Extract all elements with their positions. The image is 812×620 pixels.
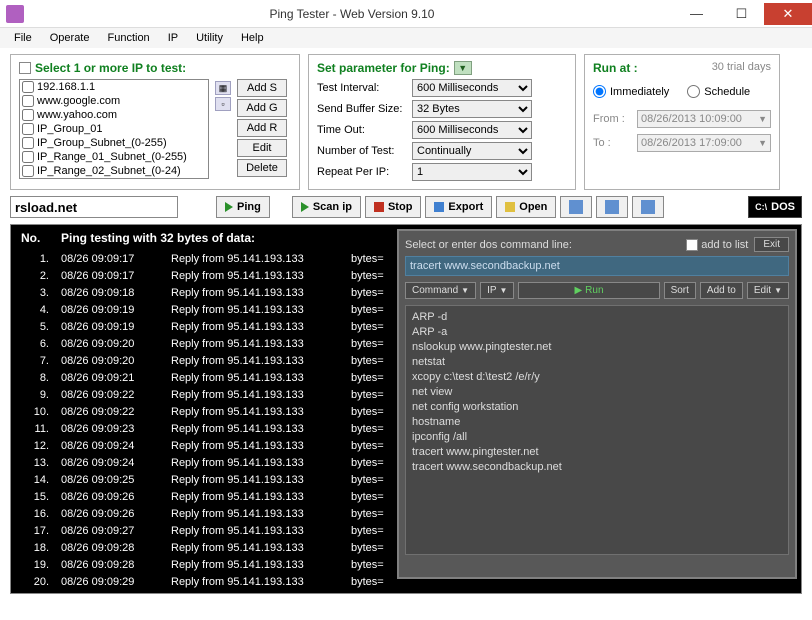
panel-icon-2[interactable]: ▫ <box>215 97 231 111</box>
ip-item[interactable]: IP_Range_02_Subnet_(0-24) <box>20 164 208 178</box>
buffer-select[interactable]: 32 Bytes <box>412 100 532 118</box>
dos-panel: Select or enter dos command line: add to… <box>397 229 797 579</box>
select-all-checkbox[interactable] <box>19 62 31 74</box>
image-icon <box>569 200 583 214</box>
immediately-radio[interactable]: Immediately <box>593 85 669 98</box>
dos-list-item[interactable]: net view <box>412 385 782 400</box>
select-panel-title: Select 1 or more IP to test: <box>35 61 186 75</box>
numtests-label: Number of Test: <box>317 145 412 157</box>
ip-item[interactable]: www.google.com <box>20 94 208 108</box>
dos-list-item[interactable]: hostname <box>412 415 782 430</box>
ip-item[interactable]: IP_Group_01 <box>20 122 208 136</box>
edit-button[interactable]: Edit <box>237 139 287 157</box>
open-button[interactable]: Open <box>496 196 556 218</box>
dos-ip-dropdown[interactable]: IP▼ <box>480 282 514 299</box>
dos-button[interactable]: C:\ DOS <box>748 196 802 218</box>
ip-item[interactable]: 192.168.1.1 <box>20 80 208 94</box>
dos-command-dropdown[interactable]: Command▼ <box>405 282 476 299</box>
to-label: To : <box>593 137 629 149</box>
console: No. Ping testing with 32 bytes of data: … <box>10 224 802 594</box>
ping-button[interactable]: Ping <box>216 196 270 218</box>
repeat-select[interactable]: 1 <box>412 163 532 181</box>
select-ip-panel: Select 1 or more IP to test: 192.168.1.1… <box>10 54 300 190</box>
play-icon <box>301 202 309 212</box>
delete-button[interactable]: Delete <box>237 159 287 177</box>
to-datetime[interactable]: 08/26/2013 17:09:00▼ <box>637 134 771 152</box>
play-icon <box>225 202 233 212</box>
dos-command-input[interactable] <box>405 256 789 276</box>
search-icon <box>605 200 619 214</box>
runat-panel: 30 trial days Run at : Immediately Sched… <box>584 54 780 190</box>
folder-icon <box>505 202 515 212</box>
dos-command-list[interactable]: ARP -dARP -anslookup www.pingtester.netn… <box>405 305 789 555</box>
ip-item[interactable]: www.yahoo.com <box>20 108 208 122</box>
interval-select[interactable]: 600 Milliseconds <box>412 79 532 97</box>
params-panel: Set parameter for Ping: ▼ Test Interval:… <box>308 54 576 190</box>
params-title: Set parameter for Ping: <box>317 61 450 75</box>
add-g-button[interactable]: Add G <box>237 99 287 117</box>
close-button[interactable]: ✕ <box>764 3 812 25</box>
add-to-list-checkbox[interactable]: add to list <box>686 239 748 251</box>
numtests-select[interactable]: Continually <box>412 142 532 160</box>
dos-list-item[interactable]: tracert www.pingtester.net <box>412 445 782 460</box>
menu-operate[interactable]: Operate <box>42 30 98 46</box>
dos-list-item[interactable]: ARP -a <box>412 325 782 340</box>
panel-icon-1[interactable]: ▦ <box>215 81 231 95</box>
stop-button[interactable]: Stop <box>365 196 421 218</box>
tool-icon-2[interactable] <box>596 196 628 218</box>
dos-list-item[interactable]: tracert www.secondbackup.net <box>412 460 782 475</box>
tool-icon-1[interactable] <box>560 196 592 218</box>
dos-list-item[interactable]: netstat <box>412 355 782 370</box>
toolbar: Ping Scan ip Stop Export Open C:\ DOS <box>10 196 802 218</box>
dos-list-item[interactable]: ARP -d <box>412 310 782 325</box>
ip-listbox[interactable]: 192.168.1.1www.google.comwww.yahoo.comIP… <box>19 79 209 179</box>
menubar: File Operate Function IP Utility Help <box>0 28 812 48</box>
menu-ip[interactable]: IP <box>160 30 186 46</box>
menu-utility[interactable]: Utility <box>188 30 231 46</box>
window-title: Ping Tester - Web Version 9.10 <box>30 7 674 21</box>
dos-list-item[interactable]: xcopy c:\test d:\test2 /e/r/y <box>412 370 782 385</box>
params-dropdown-icon[interactable]: ▼ <box>454 61 472 75</box>
dos-list-item[interactable]: nslookup www.pingtester.net <box>412 340 782 355</box>
dos-edit-dropdown[interactable]: Edit▼ <box>747 282 789 299</box>
export-button[interactable]: Export <box>425 196 492 218</box>
menu-function[interactable]: Function <box>99 30 157 46</box>
stop-icon <box>374 202 384 212</box>
dos-addto-button[interactable]: Add to <box>700 282 743 299</box>
tool-icon-3[interactable] <box>632 196 664 218</box>
timeout-select[interactable]: 600 Milliseconds <box>412 121 532 139</box>
trial-label: 30 trial days <box>712 61 771 73</box>
dos-list-item[interactable]: net config workstation <box>412 400 782 415</box>
repeat-label: Repeat Per IP: <box>317 166 412 178</box>
minimize-button[interactable]: — <box>674 3 719 25</box>
schedule-radio[interactable]: Schedule <box>687 85 750 98</box>
add-s-button[interactable]: Add S <box>237 79 287 97</box>
col-no: No. <box>21 231 61 245</box>
host-input[interactable] <box>10 196 178 218</box>
scan-button[interactable]: Scan ip <box>292 196 361 218</box>
export-icon <box>434 202 444 212</box>
from-label: From : <box>593 113 629 125</box>
from-datetime[interactable]: 08/26/2013 10:09:00▼ <box>637 110 771 128</box>
dos-sort-button[interactable]: Sort <box>664 282 696 299</box>
dos-run-button[interactable]: ▶Run <box>518 282 659 299</box>
buffer-label: Send Buffer Size: <box>317 103 412 115</box>
ip-item[interactable]: IP_Range_01_Subnet_(0-255) <box>20 150 208 164</box>
ie-icon <box>641 200 655 214</box>
maximize-button[interactable]: ☐ <box>719 3 764 25</box>
timeout-label: Time Out: <box>317 124 412 136</box>
interval-label: Test Interval: <box>317 82 412 94</box>
app-icon <box>6 5 24 23</box>
add-r-button[interactable]: Add R <box>237 119 287 137</box>
menu-help[interactable]: Help <box>233 30 272 46</box>
runat-title: Run at : <box>593 61 638 75</box>
dos-prompt: Select or enter dos command line: <box>405 239 680 251</box>
titlebar: Ping Tester - Web Version 9.10 — ☐ ✕ <box>0 0 812 28</box>
ip-item[interactable]: IP_Group_Subnet_(0-255) <box>20 136 208 150</box>
dos-list-item[interactable]: ipconfig /all <box>412 430 782 445</box>
dos-exit-button[interactable]: Exit <box>754 237 789 252</box>
menu-file[interactable]: File <box>6 30 40 46</box>
